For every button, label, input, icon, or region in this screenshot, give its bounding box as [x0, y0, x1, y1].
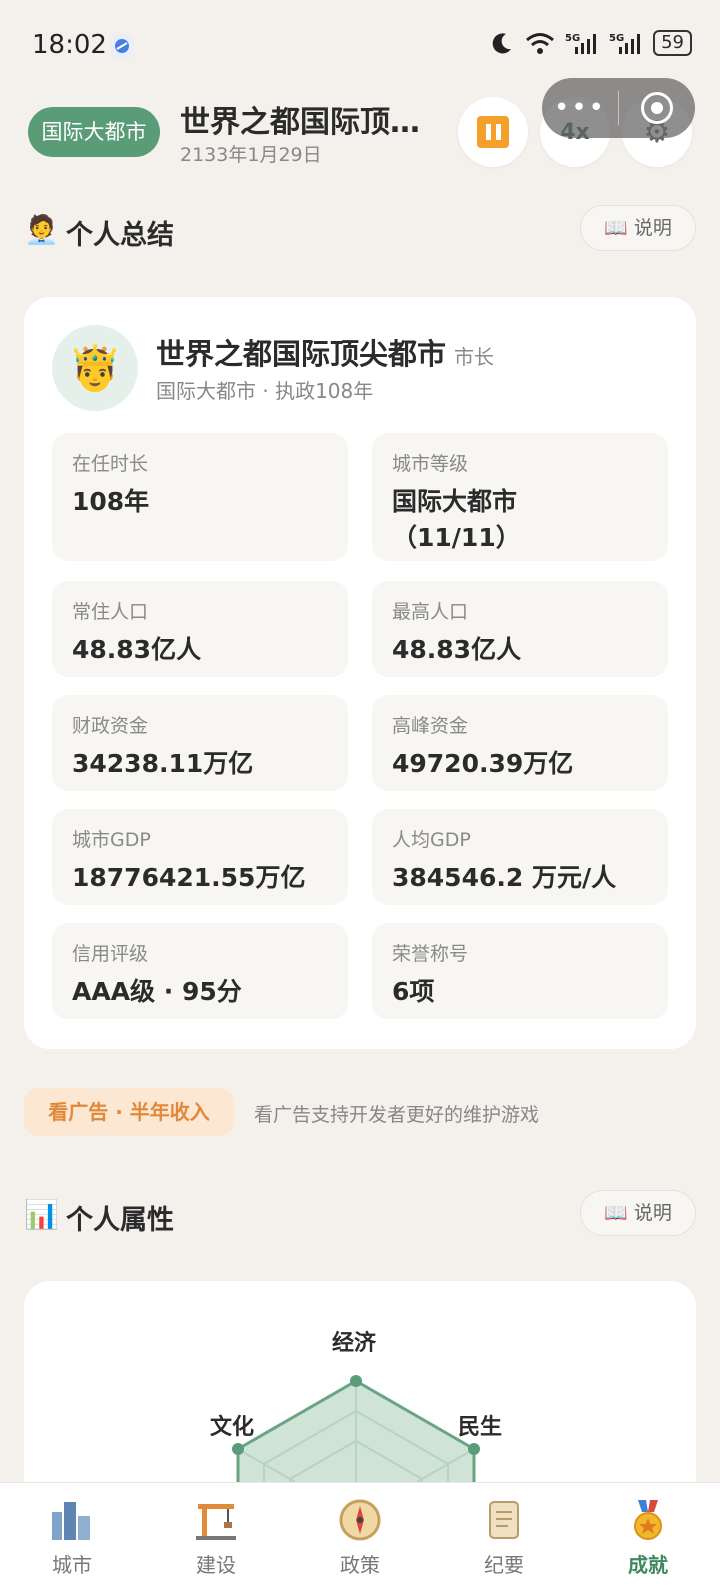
- stat-credit-rating: 信用评级 AAA级 · 95分: [52, 923, 348, 1019]
- wifi-icon: [526, 33, 555, 54]
- close-miniprogram-button[interactable]: [619, 92, 695, 124]
- stat-value: 48.83亿人: [392, 635, 522, 664]
- stat-label: 城市GDP: [72, 829, 151, 851]
- attributes-title: 个人属性: [66, 1205, 174, 1236]
- stat-label: 在任时长: [72, 453, 149, 475]
- stat-value: 108年: [72, 487, 150, 516]
- app-notification-icon: [110, 34, 134, 58]
- profile-name: 世界之都国际顶尖都市 市长: [156, 331, 494, 373]
- stat-value: 6项: [392, 977, 435, 1006]
- crane-icon: [193, 1497, 239, 1543]
- attributes-section-header: 📊 个人属性 📖 说明: [24, 1190, 696, 1240]
- stat-label: 高峰资金: [392, 715, 469, 737]
- nav-label: 成就: [628, 1553, 668, 1577]
- ad-row: 看广告 · 半年收入 看广告支持开发者更好的维护游戏: [24, 1088, 696, 1136]
- stat-label: 荣誉称号: [392, 943, 469, 965]
- nav-label: 城市: [52, 1553, 92, 1577]
- status-bar: 18:02 5G 5G 59: [0, 0, 720, 90]
- bar-chart-icon: 📊: [24, 1198, 59, 1231]
- stat-population: 常住人口 48.83亿人: [52, 581, 348, 677]
- pause-button[interactable]: [458, 97, 528, 167]
- pause-icon: [477, 116, 509, 148]
- nav-item-build[interactable]: 建设: [144, 1483, 288, 1591]
- more-menu-icon[interactable]: •••: [542, 93, 618, 123]
- nav-item-city[interactable]: 城市: [0, 1483, 144, 1591]
- signal-icon-2: 5G: [609, 33, 641, 54]
- profile-role: 市长: [454, 345, 495, 369]
- stat-gdp-per-capita: 人均GDP 384546.2 万元/人: [372, 809, 668, 905]
- stat-value: 18776421.55万亿: [72, 863, 306, 892]
- nav-item-achievements[interactable]: 成就: [576, 1483, 720, 1591]
- summary-card: 🤴 世界之都国际顶尖都市 市长 国际大都市 · 执政108年 在任时长 108年 …: [24, 297, 696, 1049]
- watch-ad-button[interactable]: 看广告 · 半年收入: [24, 1088, 234, 1136]
- nav-item-policy[interactable]: 政策: [288, 1483, 432, 1591]
- game-date: 2133年1月29日: [180, 144, 322, 166]
- summary-section-header: 🧑‍💼 个人总结 📖 说明: [24, 205, 696, 255]
- stat-value: 384546.2 万元/人: [392, 863, 617, 892]
- stat-value: AAA级 · 95分: [72, 977, 242, 1006]
- bottom-nav: 城市 建设 政策 纪要 成就: [0, 1482, 720, 1591]
- target-icon: [641, 92, 673, 124]
- ad-description: 看广告支持开发者更好的维护游戏: [254, 1104, 540, 1126]
- battery-indicator: 59: [653, 30, 692, 56]
- nav-item-records[interactable]: 纪要: [432, 1483, 576, 1591]
- svg-text:5G: 5G: [565, 33, 580, 44]
- stat-label: 常住人口: [72, 601, 149, 623]
- city-level-badge[interactable]: 国际大都市: [28, 107, 160, 157]
- nav-label: 建设: [196, 1553, 236, 1577]
- stat-city-level: 城市等级 国际大都市（11/11）: [372, 433, 668, 561]
- attributes-explain-button[interactable]: 📖 说明: [580, 1190, 696, 1236]
- compass-icon: [337, 1497, 383, 1543]
- stat-label: 最高人口: [392, 601, 469, 623]
- stat-honors: 荣誉称号 6项: [372, 923, 668, 1019]
- crowned-person-icon: 🤴: [67, 343, 123, 394]
- signal-icon: 5G: [565, 33, 597, 54]
- stat-label: 人均GDP: [392, 829, 471, 851]
- city-title: 世界之都国际顶…: [180, 105, 420, 140]
- mayor-avatar: 🤴: [52, 325, 138, 411]
- stat-value: 34238.11万亿: [72, 749, 254, 778]
- stat-label: 财政资金: [72, 715, 149, 737]
- moon-icon: [492, 33, 512, 54]
- profile-name-text: 世界之都国际顶尖都市: [156, 337, 447, 371]
- stat-gdp: 城市GDP 18776421.55万亿: [52, 809, 348, 905]
- nav-label: 纪要: [484, 1553, 524, 1577]
- stat-value: 49720.39万亿: [392, 749, 574, 778]
- svg-text:5G: 5G: [609, 33, 624, 44]
- stat-term: 在任时长 108年: [52, 433, 348, 561]
- status-time: 18:02: [32, 30, 107, 60]
- stat-funds: 财政资金 34238.11万亿: [52, 695, 348, 791]
- stat-peak-population: 最高人口 48.83亿人: [372, 581, 668, 677]
- medal-icon: [625, 1497, 671, 1543]
- city-icon: [49, 1497, 95, 1543]
- stat-value: 国际大都市（11/11）: [392, 487, 521, 552]
- summary-explain-button[interactable]: 📖 说明: [580, 205, 696, 251]
- summary-title: 个人总结: [66, 220, 174, 251]
- status-right: 5G 5G 59: [489, 30, 692, 56]
- scroll-icon: [481, 1497, 527, 1543]
- profile-subtitle: 国际大都市 · 执政108年: [156, 379, 374, 403]
- stat-label: 信用评级: [72, 943, 149, 965]
- stat-value: 48.83亿人: [72, 635, 202, 664]
- stat-label: 城市等级: [392, 453, 469, 475]
- miniprogram-capsule: •••: [542, 78, 695, 138]
- nav-label: 政策: [340, 1553, 380, 1577]
- person-icon: 🧑‍💼: [24, 213, 59, 246]
- stat-peak-funds: 高峰资金 49720.39万亿: [372, 695, 668, 791]
